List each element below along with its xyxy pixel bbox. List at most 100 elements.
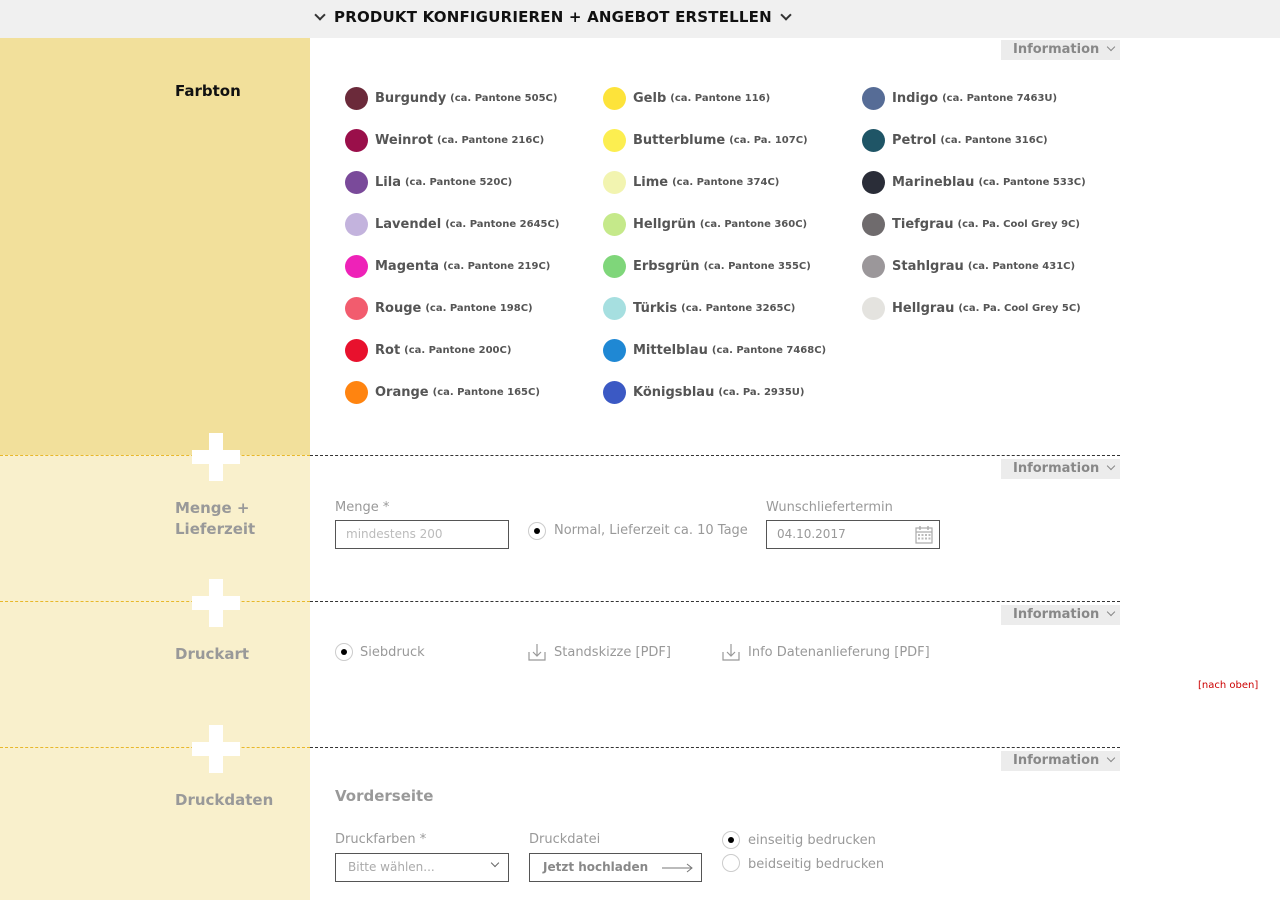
color-pantone: (ca. Pa. 2935U) [718, 387, 805, 398]
section-label: Menge + Lieferzeit [175, 498, 255, 540]
color-pantone: (ca. Pa. Cool Grey 5C) [958, 303, 1081, 314]
chevron-down-icon [780, 9, 792, 21]
color-swatch[interactable] [862, 171, 885, 194]
section-label-line1: Menge + [175, 499, 250, 517]
color-pantone: (ca. Pantone 216C) [436, 135, 545, 146]
color-swatch[interactable] [345, 339, 368, 362]
color-pantone: (ca. Pantone 374C) [672, 177, 780, 188]
color-swatch[interactable] [345, 129, 368, 152]
color-swatch[interactable] [345, 297, 368, 320]
color-pantone: (ca. Pantone 431C) [967, 261, 1076, 272]
color-swatch[interactable] [603, 255, 626, 278]
vorderseite-heading: Vorderseite [335, 787, 434, 805]
lieferzeit-radio[interactable] [528, 522, 546, 540]
color-option[interactable]: Mittelblau (ca. Pantone 7468C) [603, 339, 826, 362]
wunschliefertermin-label: Wunschliefertermin [766, 500, 893, 515]
color-swatch[interactable] [345, 171, 368, 194]
color-pantone: (ca. Pantone 533C) [978, 177, 1086, 188]
information-label: Information [1013, 607, 1100, 622]
chevron-down-icon [1107, 753, 1116, 763]
color-swatch[interactable] [345, 213, 368, 236]
color-option[interactable]: Burgundy (ca. Pantone 505C) [345, 87, 557, 110]
calendar-icon[interactable] [915, 525, 933, 544]
section-label: Druckdaten [175, 791, 274, 809]
color-name: Marineblau [892, 175, 975, 190]
einseitig-radio[interactable] [722, 831, 740, 849]
color-option[interactable]: Gelb (ca. Pantone 116) [603, 87, 770, 110]
color-option[interactable]: Orange (ca. Pantone 165C) [345, 381, 540, 404]
color-swatch[interactable] [862, 213, 885, 236]
wunschliefertermin-input[interactable]: 04.10.2017 [766, 520, 940, 549]
druckdatei-label: Druckdatei [529, 832, 601, 847]
color-option[interactable]: Rot (ca. Pantone 200C) [345, 339, 511, 362]
date-value: 04.10.2017 [777, 527, 846, 541]
color-name: Hellgrau [892, 301, 955, 316]
beidseitig-label: beidseitig bedrucken [748, 857, 885, 872]
color-swatch[interactable] [862, 129, 885, 152]
section-label: Druckart [175, 645, 250, 663]
color-pantone: (ca. Pantone 316C) [940, 135, 1048, 146]
plus-icon [192, 579, 240, 627]
section-druckdaten: Druckdaten Information Vorderseite Druck… [0, 725, 1280, 900]
siebdruck-radio[interactable] [335, 643, 353, 661]
color-option[interactable]: Türkis (ca. Pantone 3265C) [603, 297, 795, 320]
information-button[interactable]: Information [1001, 40, 1120, 60]
color-swatch[interactable] [603, 339, 626, 362]
color-swatch[interactable] [603, 171, 626, 194]
download-icon[interactable] [528, 643, 546, 661]
color-option[interactable]: Rouge (ca. Pantone 198C) [345, 297, 533, 320]
color-option[interactable]: Weinrot (ca. Pantone 216C) [345, 129, 544, 152]
color-option[interactable]: Erbsgrün (ca. Pantone 355C) [603, 255, 811, 278]
color-swatch[interactable] [603, 297, 626, 320]
menge-input[interactable]: mindestens 200 [335, 520, 509, 549]
color-swatch[interactable] [862, 255, 885, 278]
color-pantone: (ca. Pantone 198C) [425, 303, 533, 314]
color-name: Burgundy [375, 91, 447, 106]
color-swatch[interactable] [862, 297, 885, 320]
standskizze-link[interactable]: Standskizze [PDF] [554, 645, 671, 660]
color-swatch[interactable] [603, 87, 626, 110]
color-option[interactable]: Magenta (ca. Pantone 219C) [345, 255, 550, 278]
druckfarben-placeholder: Bitte wählen... [348, 860, 435, 874]
upload-button[interactable]: Jetzt hochladen [529, 853, 702, 882]
configurator-title[interactable]: PRODUKT KONFIGURIEREN + ANGEBOT ERSTELLE… [314, 8, 792, 26]
color-swatch[interactable] [603, 213, 626, 236]
color-swatch[interactable] [862, 87, 885, 110]
chevron-down-icon [314, 9, 326, 21]
information-button[interactable]: Information [1001, 751, 1120, 771]
color-swatch[interactable] [345, 255, 368, 278]
color-option[interactable]: Indigo (ca. Pantone 7463U) [862, 87, 1057, 110]
color-swatch[interactable] [603, 381, 626, 404]
color-option[interactable]: Königsblau (ca. Pa. 2935U) [603, 381, 804, 404]
information-button[interactable]: Information [1001, 605, 1120, 625]
color-option[interactable]: Lavendel (ca. Pantone 2645C) [345, 213, 559, 236]
color-swatch[interactable] [345, 381, 368, 404]
color-option[interactable]: Lime (ca. Pantone 374C) [603, 171, 779, 194]
beidseitig-radio[interactable] [722, 854, 740, 872]
color-option[interactable]: Petrol (ca. Pantone 316C) [862, 129, 1048, 152]
color-pantone: (ca. Pantone 165C) [432, 387, 540, 398]
chevron-down-icon [1107, 42, 1116, 52]
color-option[interactable]: Butterblume (ca. Pa. 107C) [603, 129, 808, 152]
color-option[interactable]: Tiefgrau (ca. Pa. Cool Grey 9C) [862, 213, 1080, 236]
plus-icon [192, 433, 240, 481]
color-option[interactable]: Lila (ca. Pantone 520C) [345, 171, 512, 194]
color-option[interactable]: Hellgrau (ca. Pa. Cool Grey 5C) [862, 297, 1081, 320]
color-name: Rouge [375, 301, 422, 316]
section-sidebar: Menge + Lieferzeit [0, 455, 310, 601]
color-name: Erbsgrün [633, 259, 700, 274]
page-title: PRODUKT KONFIGURIEREN + ANGEBOT ERSTELLE… [334, 8, 772, 26]
color-name: Magenta [375, 259, 440, 274]
color-option[interactable]: Hellgrün (ca. Pantone 360C) [603, 213, 807, 236]
color-option[interactable]: Marineblau (ca. Pantone 533C) [862, 171, 1086, 194]
section-sidebar: Druckart [0, 601, 310, 747]
info-datenanlieferung-link[interactable]: Info Datenanlieferung [PDF] [748, 645, 930, 660]
druckfarben-select[interactable]: Bitte wählen... [335, 853, 509, 882]
download-icon[interactable] [722, 643, 740, 661]
color-name: Mittelblau [633, 343, 708, 358]
color-option[interactable]: Stahlgrau (ca. Pantone 431C) [862, 255, 1075, 278]
color-swatch[interactable] [345, 87, 368, 110]
color-swatch[interactable] [603, 129, 626, 152]
back-to-top-link[interactable]: [nach oben] [1198, 680, 1258, 691]
information-button[interactable]: Information [1001, 459, 1120, 479]
